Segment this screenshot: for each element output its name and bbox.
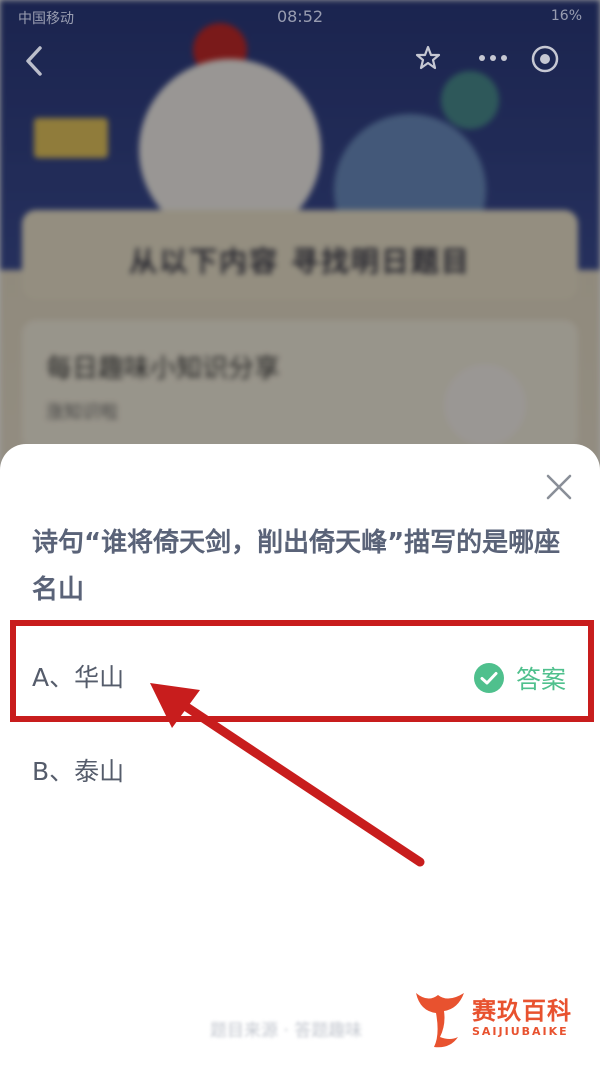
close-icon[interactable] [542, 470, 576, 504]
quiz-sheet: 诗句“谁将倚天剑，削出倚天峰”描写的是哪座名山 A、华山 答案 B、泰山 题目来… [0, 444, 600, 1067]
watermark-pinyin: SAIJIUBAIKE [472, 1025, 569, 1038]
target-icon[interactable] [530, 44, 560, 83]
option-b[interactable]: B、泰山 [0, 724, 600, 820]
highlight-box [10, 620, 594, 722]
whale-logo-icon [416, 993, 464, 1048]
battery-label: 16% [550, 8, 582, 24]
star-icon[interactable] [414, 44, 442, 81]
status-bar: 中国移动 08:52 16% [0, 0, 600, 34]
question-text: 诗句“谁将倚天剑，削出倚天峰”描写的是哪座名山 [32, 528, 561, 605]
footer-text: 题目来源 · 答题趣味 [210, 1021, 363, 1041]
option-b-label: B、泰山 [32, 757, 125, 786]
status-time: 08:52 [276, 7, 324, 26]
more-icon[interactable] [476, 44, 510, 81]
back-icon[interactable] [22, 44, 54, 80]
watermark-name: 赛玖百科 [472, 997, 572, 1025]
watermark: 赛玖百科 SAIJIUBAIKE [410, 985, 595, 1055]
